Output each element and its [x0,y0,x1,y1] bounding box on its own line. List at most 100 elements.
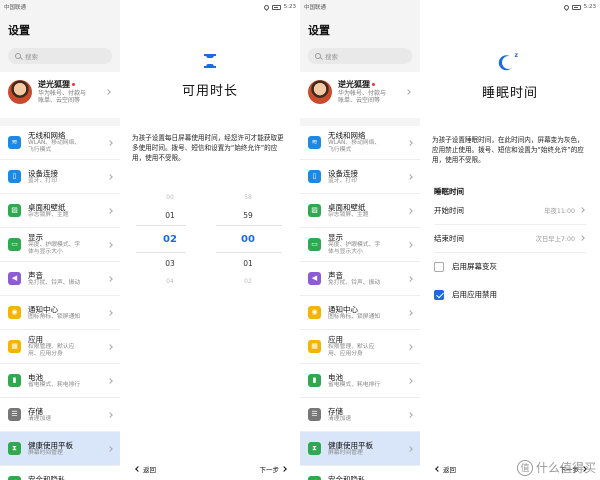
menu-item-subtitle: 省电模式、耗电排行 [328,381,381,388]
chevron-right-icon [407,207,413,214]
search-icon [315,53,321,59]
settings-menu-item[interactable]: ▯ 设备连接 蓝牙、打印 [0,160,120,194]
settings-menu-item[interactable]: ◀ 声音 免打扰、铃声、振动 [300,262,420,296]
grayscale-option[interactable]: 启用屏幕变灰 [434,253,586,281]
chevron-right-icon [405,89,411,95]
settings-menu-item[interactable]: ⧗ 健康使用平板 屏幕时间管理 [0,432,120,466]
chevron-right-icon [407,173,413,180]
settings-menu-item[interactable]: ≋ 无线和网络 WLAN、移动网络、 飞行模式 [300,126,420,160]
end-time-row[interactable]: 结束时间 次日早上7:00 [434,225,586,253]
start-time-label: 开始时间 [434,205,464,215]
picker-value: 01 [243,258,253,268]
settings-menu: ≋ 无线和网络 WLAN、移动网络、 飞行模式 ▯ 设备连接 蓝牙、打印 ▨ 桌面和壁纸 杂志锁… [300,126,420,480]
menu-item-title: 健康使用平板 [28,440,73,450]
menu-item-subtitle: 权限管理、默认应 用、应用分身 [328,344,375,357]
account-row[interactable]: 逆光狐狸 华为帐号、付款与 账单、云空间等 [300,72,420,118]
chevron-right-icon [105,89,111,95]
picker-divider [136,251,186,253]
page-description: 为孩子设置睡眠时间，在此时间内，屏幕变为灰色，应用禁止使用。拨号、短信和设置为“… [432,136,584,165]
block-apps-checkbox[interactable] [434,289,444,300]
menu-item-subtitle: 清理加速 [328,415,352,422]
settings-menu-item[interactable]: ▯ 设备连接 蓝牙、打印 [300,160,420,194]
watermark: 值 什么值得买 [516,459,596,476]
back-button[interactable]: 返回 [435,464,456,474]
section-label: 睡眠时间 [434,186,464,196]
chevron-right-icon [407,377,413,384]
clock: 5:23 [583,4,596,10]
picker-divider [216,224,282,226]
clock: 5:23 [283,4,296,10]
menu-item-subtitle: 图标角标、锁屏通知 [28,313,81,320]
account-name: 逆光狐狸 [38,79,70,89]
search-input[interactable]: 搜索 [8,48,112,64]
settings-menu-item[interactable]: ▨ 桌面和壁纸 杂志锁屏、主题 [300,194,420,228]
settings-menu-item[interactable]: ◀ 声音 免打扰、铃声、振动 [0,262,120,296]
menu-item-title: 健康使用平板 [328,440,373,450]
chevron-right-icon [281,466,287,472]
end-time-label: 结束时间 [434,233,464,243]
watermark-logo-icon: 值 [516,459,533,476]
next-button[interactable]: 下一步 [260,464,287,474]
settings-menu-item[interactable]: ☰ 存储 清理加速 [0,398,120,432]
device-connection-icon: ▯ [8,170,21,183]
settings-menu-item[interactable]: ✓安全和隐私人脸识别、 [300,466,420,480]
settings-menu-item[interactable]: ✓安全和隐私人脸识别、 [0,466,120,480]
settings-menu-item[interactable]: ▮ 电池 省电模式、耗电排行 [0,364,120,398]
account-row[interactable]: 逆光狐狸 华为帐号、付款与 账单、云空间等 [0,72,120,118]
battery-status-icon [271,4,281,10]
menu-item-title: 存储 [328,406,343,416]
back-label: 返回 [443,466,456,474]
chevron-right-icon [407,445,413,452]
menu-item-subtitle: 屏幕时间管理 [28,449,63,456]
settings-menu-item[interactable]: ▦ 应用 权限管理、默认应 用、应用分身 [300,330,420,364]
menu-item-title: 声音 [28,270,43,280]
chevron-right-icon [407,309,413,316]
settings-menu-item[interactable]: ▭ 显示 亮度、护眼模式、字 体与显示大小 [0,228,120,262]
chevron-right-icon [107,343,113,350]
notification-bell-icon: ◉ [8,306,21,319]
wifi-icon: ≋ [8,136,21,149]
menu-item-subtitle: 屏幕时间管理 [328,449,363,456]
grayscale-checkbox[interactable] [434,261,444,272]
settings-sidebar: 中国联通 设置 搜索 逆光狐狸 华为帐号、付款与 账单、云空间等 ≋ 无线和网络 W… [0,0,120,480]
start-time-row[interactable]: 开始时间 毕夜11:00 [434,197,586,225]
wallpaper-icon: ▨ [8,204,21,217]
settings-menu-item[interactable]: ◉ 通知中心 图标角标、锁屏通知 [300,296,420,330]
settings-menu-item[interactable]: ⧗ 健康使用平板 屏幕时间管理 [300,432,420,466]
chevron-right-icon [107,139,113,146]
settings-menu-item[interactable]: ◉ 通知中心 图标角标、锁屏通知 [0,296,120,330]
minute-wheel[interactable]: 58 59 00 01 02 [228,192,268,288]
search-placeholder: 搜索 [325,53,338,61]
picker-value: 04 [166,277,174,285]
notification-dot [372,83,375,86]
chevron-right-icon [579,235,585,241]
avatar [8,80,32,104]
menu-item-subtitle: 蓝牙、打印 [328,177,357,184]
page-title: 可用时长 [181,84,238,99]
settings-menu-item[interactable]: ≋ 无线和网络 WLAN、移动网络、 飞行模式 [0,126,120,160]
hour-wheel[interactable]: 00 01 02 03 04 [150,192,190,288]
menu-item-subtitle: 图标角标、锁屏通知 [328,313,381,320]
picker-value: 02 [163,233,177,245]
settings-menu-item[interactable]: ▭ 显示 亮度、护眼模式、字 体与显示大小 [300,228,420,262]
menu-item-subtitle: WLAN、移动网络、 飞行模式 [328,140,381,153]
settings-menu-item[interactable]: ☰ 存储 清理加速 [300,398,420,432]
block-apps-label: 启用应用禁用 [452,290,497,300]
status-bar: 中国联通 [0,0,120,14]
menu-item-subtitle: 蓝牙、打印 [28,177,57,184]
time-picker[interactable]: 00 01 02 03 04 58 59 00 01 02 [120,192,300,292]
settings-menu-item[interactable]: ▦ 应用 权限管理、默认应 用、应用分身 [0,330,120,364]
search-input[interactable]: 搜索 [308,48,412,64]
menu-item-subtitle: 清理加速 [28,415,52,422]
account-subtitle: 华为帐号、付款与 账单、云空间等 [38,89,87,105]
settings-menu-item[interactable]: ▮ 电池 省电模式、耗电排行 [300,364,420,398]
block-apps-option[interactable]: 启用应用禁用 [434,281,586,309]
location-icon [262,3,270,11]
settings-menu: ≋ 无线和网络 WLAN、移动网络、 飞行模式 ▯ 设备连接 蓝牙、打印 ▨ 桌面和壁纸 杂志锁… [0,126,120,480]
back-button[interactable]: 返回 [135,464,156,474]
search-placeholder: 搜索 [25,53,38,61]
menu-item-title: 通知中心 [28,304,58,314]
chevron-right-icon [107,207,113,214]
chevron-right-icon [407,275,413,282]
settings-menu-item[interactable]: ▨ 桌面和壁纸 杂志锁屏、主题 [0,194,120,228]
